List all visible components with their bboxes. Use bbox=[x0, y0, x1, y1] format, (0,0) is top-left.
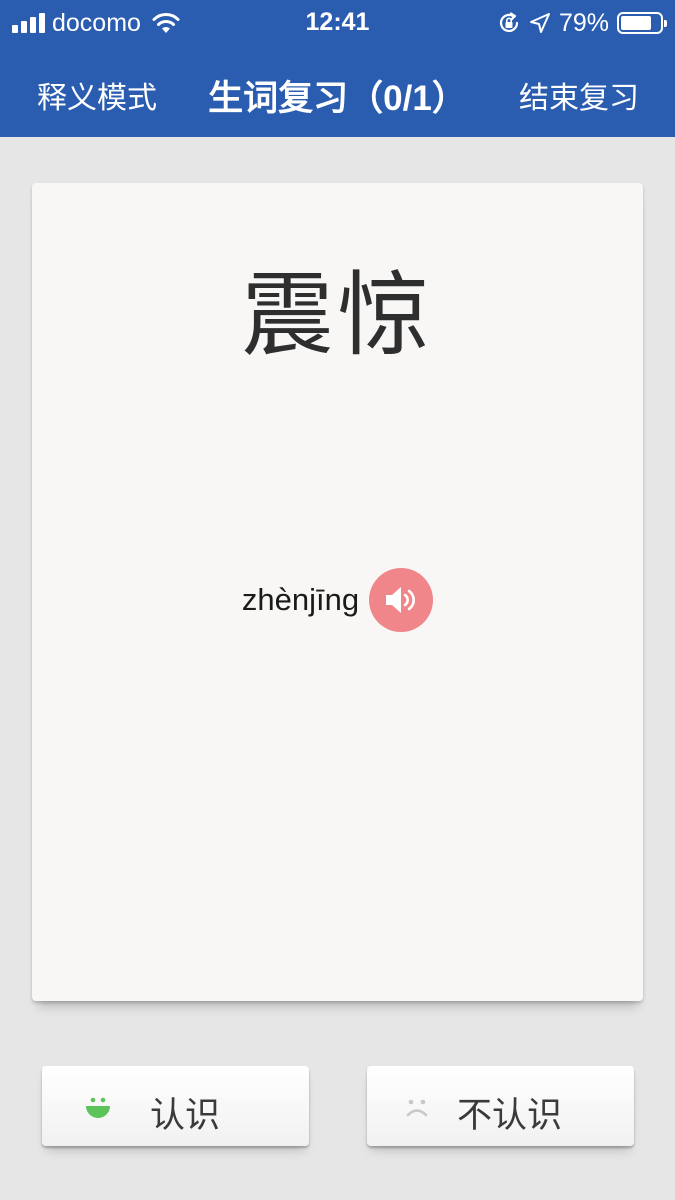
dont-know-button[interactable]: 不认识 bbox=[367, 1066, 634, 1146]
vocab-word: 震惊 bbox=[241, 265, 434, 367]
pronunciation-row: zhènjīng bbox=[32, 567, 643, 633]
pinyin-text: zhènjīng bbox=[241, 582, 360, 617]
know-button-label: 认识 bbox=[150, 1096, 221, 1135]
navigation-bar: 释义模式 生词复习（0/1） 结束复习 bbox=[0, 46, 675, 137]
happy-face-icon bbox=[86, 1097, 110, 1118]
header-bar: docomo 12:41 79% 释义模式 生词复习（0/1） 结束复习 bbox=[0, 0, 675, 137]
location-arrow-icon bbox=[529, 13, 550, 33]
dont-know-button-label: 不认识 bbox=[457, 1096, 563, 1135]
know-button[interactable]: 认识 bbox=[42, 1066, 309, 1146]
battery-icon bbox=[617, 12, 667, 34]
flashcard: 震惊 zhènjīng bbox=[32, 183, 643, 1001]
status-bar: docomo 12:41 79% bbox=[0, 0, 675, 46]
orientation-lock-icon bbox=[499, 12, 519, 32]
end-review-button[interactable]: 结束复习 bbox=[519, 73, 639, 117]
battery-percent: 79% bbox=[558, 8, 609, 37]
sad-face-icon bbox=[406, 1099, 428, 1117]
speaker-icon[interactable] bbox=[369, 568, 434, 632]
